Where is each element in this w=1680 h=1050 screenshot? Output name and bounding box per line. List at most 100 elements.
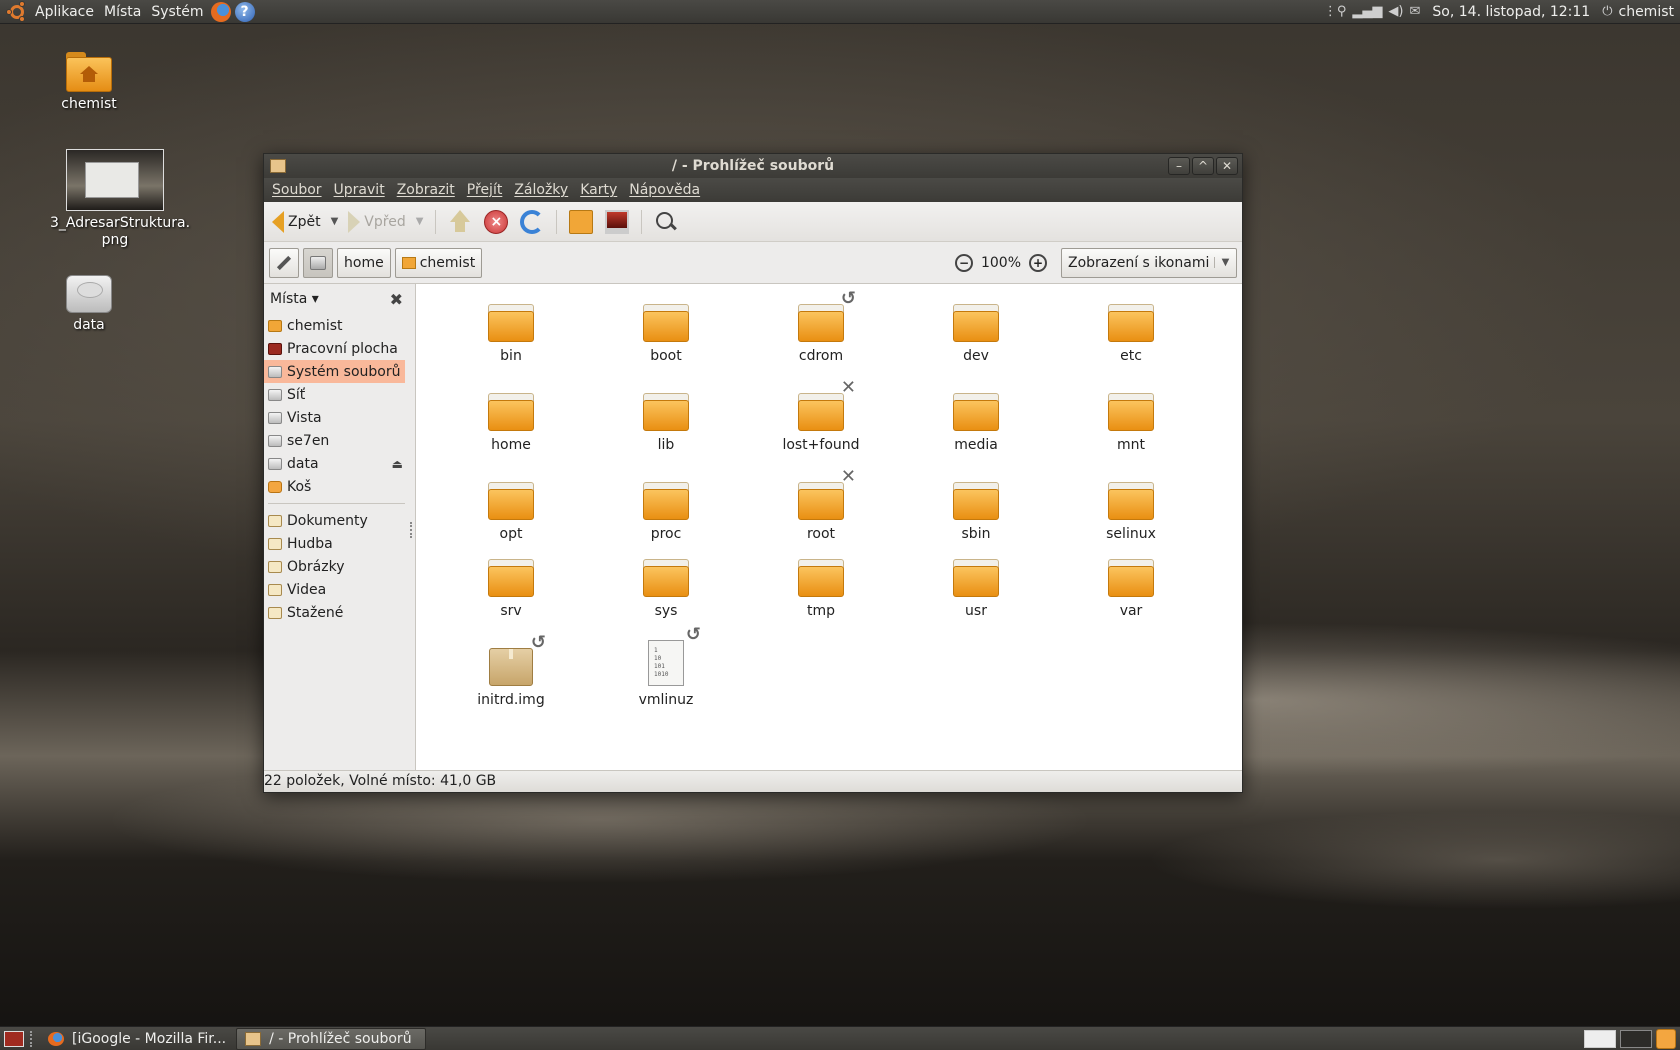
path-button-chemist[interactable]: chemist xyxy=(394,247,483,278)
file-item[interactable]: etc xyxy=(1076,304,1186,364)
toolbar: Zpět ▼ Vpřed ▼ × xyxy=(264,202,1242,242)
sidebar-place-item[interactable]: se7en xyxy=(264,429,405,452)
file-item[interactable]: lib xyxy=(611,393,721,453)
help-launcher-icon[interactable]: ? xyxy=(234,1,255,22)
menu-system[interactable]: Systém xyxy=(146,0,208,24)
desktop-icon-data[interactable]: data xyxy=(24,275,154,333)
desktop-icon-home[interactable]: chemist xyxy=(24,52,154,112)
window-titlebar[interactable]: / - Prohlížeč souborů – ^ ✕ xyxy=(264,154,1242,178)
sidebar-bookmark-item[interactable]: Hudba xyxy=(264,532,405,555)
menu-bookmarks[interactable]: Záložky xyxy=(508,182,574,198)
file-item[interactable]: dev xyxy=(921,304,1031,364)
sidebar-place-item[interactable]: chemist xyxy=(264,314,405,337)
file-item[interactable]: proc xyxy=(611,482,721,542)
desktop-icon-image[interactable]: 3_AdresarStruktura. png xyxy=(50,149,190,249)
file-item[interactable]: ↺ 1 10 101 1010 vmlinuz xyxy=(611,624,721,708)
user-menu[interactable]: chemist xyxy=(1619,4,1675,20)
file-item[interactable]: tmp xyxy=(766,559,876,619)
sidebar-place-item-label: data xyxy=(287,455,319,472)
ubuntu-logo-icon[interactable] xyxy=(6,0,28,23)
sidebar-bookmark-item[interactable]: Obrázky xyxy=(264,555,405,578)
sidebar-title-dropdown[interactable]: Místa ▾ xyxy=(270,291,319,307)
reload-icon[interactable] xyxy=(520,209,545,234)
clock[interactable]: So, 14. listopad, 12:11 xyxy=(1426,4,1596,20)
view-mode-value: Zobrazení s ikonami xyxy=(1068,254,1210,271)
menu-applications[interactable]: Aplikace xyxy=(30,0,99,24)
folder-icon xyxy=(953,304,999,342)
taskbar-item-file-manager[interactable]: / - Prohlížeč souborů xyxy=(236,1027,427,1050)
menu-places[interactable]: Místa xyxy=(99,0,146,24)
sidebar-place-item[interactable]: Pracovní plocha xyxy=(264,337,405,360)
pictures-icon xyxy=(268,560,282,573)
sidebar-resize-handle[interactable] xyxy=(410,522,413,538)
file-item[interactable]: opt xyxy=(456,482,566,542)
menu-file[interactable]: Soubor xyxy=(266,182,328,198)
file-item[interactable]: ✕ lost+found xyxy=(766,377,876,453)
zoom-in-icon[interactable]: + xyxy=(1029,253,1047,272)
toggle-location-entry-button[interactable] xyxy=(269,247,299,278)
signal-icon[interactable]: ▂▄▆ xyxy=(1352,4,1382,19)
maximize-button[interactable]: ^ xyxy=(1192,157,1214,175)
path-root-button[interactable] xyxy=(303,247,333,278)
forward-history-dropdown[interactable]: ▼ xyxy=(410,216,430,227)
search-icon[interactable] xyxy=(654,210,678,234)
sidebar-place-item[interactable]: data ⏏ xyxy=(264,452,405,475)
folder-icon xyxy=(488,393,534,431)
folder-icon xyxy=(953,393,999,431)
stop-icon[interactable]: × xyxy=(484,209,509,234)
path-button-home[interactable]: home xyxy=(337,247,391,278)
sidebar-place-item[interactable]: Vista xyxy=(264,406,405,429)
file-item[interactable]: bin xyxy=(456,304,566,364)
menu-help[interactable]: Nápověda xyxy=(623,182,706,198)
sidebar-place-item[interactable]: Síť xyxy=(264,383,405,406)
file-item[interactable]: sys xyxy=(611,559,721,619)
zoom-out-icon[interactable]: − xyxy=(954,253,973,272)
file-item[interactable]: selinux xyxy=(1076,482,1186,542)
mail-icon[interactable]: ✉ xyxy=(1410,4,1421,19)
up-arrow-icon[interactable] xyxy=(448,209,472,234)
file-icon-view[interactable]: bin boot ↺ cdrom dev etc home lib ✕ lost+found med… xyxy=(416,284,1242,771)
sidebar-bookmark-item[interactable]: Videa xyxy=(264,578,405,601)
back-history-dropdown[interactable]: ▼ xyxy=(325,216,345,227)
home-icon[interactable] xyxy=(569,209,594,234)
file-item[interactable]: var xyxy=(1076,559,1186,619)
view-mode-select[interactable]: Zobrazení s ikonami ▼ xyxy=(1061,247,1237,278)
volume-icon[interactable]: ◀) xyxy=(1388,4,1403,19)
sidebar-place-item[interactable]: Koš xyxy=(264,475,405,498)
workspace-1[interactable] xyxy=(1584,1029,1616,1048)
close-button[interactable]: ✕ xyxy=(1216,157,1238,175)
file-item[interactable]: sbin xyxy=(921,482,1031,542)
taskbar-item-firefox[interactable]: [iGoogle - Mozilla Fir... xyxy=(40,1028,234,1050)
computer-icon[interactable] xyxy=(605,209,630,234)
network-icon[interactable]: ⋮⚲ xyxy=(1324,4,1347,19)
power-icon[interactable]: ⏻ xyxy=(1602,4,1612,19)
show-desktop-icon[interactable] xyxy=(4,1030,24,1047)
close-sidebar-icon[interactable]: ✖ xyxy=(390,290,403,309)
menu-go[interactable]: Přejít xyxy=(461,182,509,198)
firefox-launcher-icon[interactable] xyxy=(210,1,231,22)
places-list: chemist Pracovní plocha Systém souborů Síť V… xyxy=(264,314,415,498)
file-item[interactable]: boot xyxy=(611,304,721,364)
eject-icon[interactable]: ⏏ xyxy=(392,457,405,471)
file-item[interactable]: ↺ cdrom xyxy=(766,288,876,364)
minimize-button[interactable]: – xyxy=(1168,157,1190,175)
menu-view[interactable]: Zobrazit xyxy=(391,182,461,198)
file-item[interactable]: srv xyxy=(456,559,566,619)
sidebar-bookmark-item[interactable]: Dokumenty xyxy=(264,509,405,532)
file-item[interactable]: home xyxy=(456,393,566,453)
file-item[interactable]: ✕ root xyxy=(766,466,876,542)
file-item[interactable]: media xyxy=(921,393,1031,453)
file-item[interactable]: usr xyxy=(921,559,1031,619)
workspace-2[interactable] xyxy=(1620,1029,1652,1048)
forward-button[interactable]: Vpřed xyxy=(344,206,409,238)
file-item[interactable]: ↺ initrd.img xyxy=(456,632,566,708)
sidebar-place-item[interactable]: Systém souborů xyxy=(264,360,405,383)
menu-tabs[interactable]: Karty xyxy=(574,182,623,198)
back-button[interactable]: Zpět xyxy=(268,206,325,238)
sidebar-bookmark-item[interactable]: Stažené xyxy=(264,601,405,624)
menu-edit[interactable]: Upravit xyxy=(328,182,391,198)
file-name: sbin xyxy=(961,526,991,542)
sidebar-place-item-label: Systém souborů xyxy=(287,363,401,380)
trash-icon[interactable] xyxy=(1656,1028,1676,1049)
file-item[interactable]: mnt xyxy=(1076,393,1186,453)
